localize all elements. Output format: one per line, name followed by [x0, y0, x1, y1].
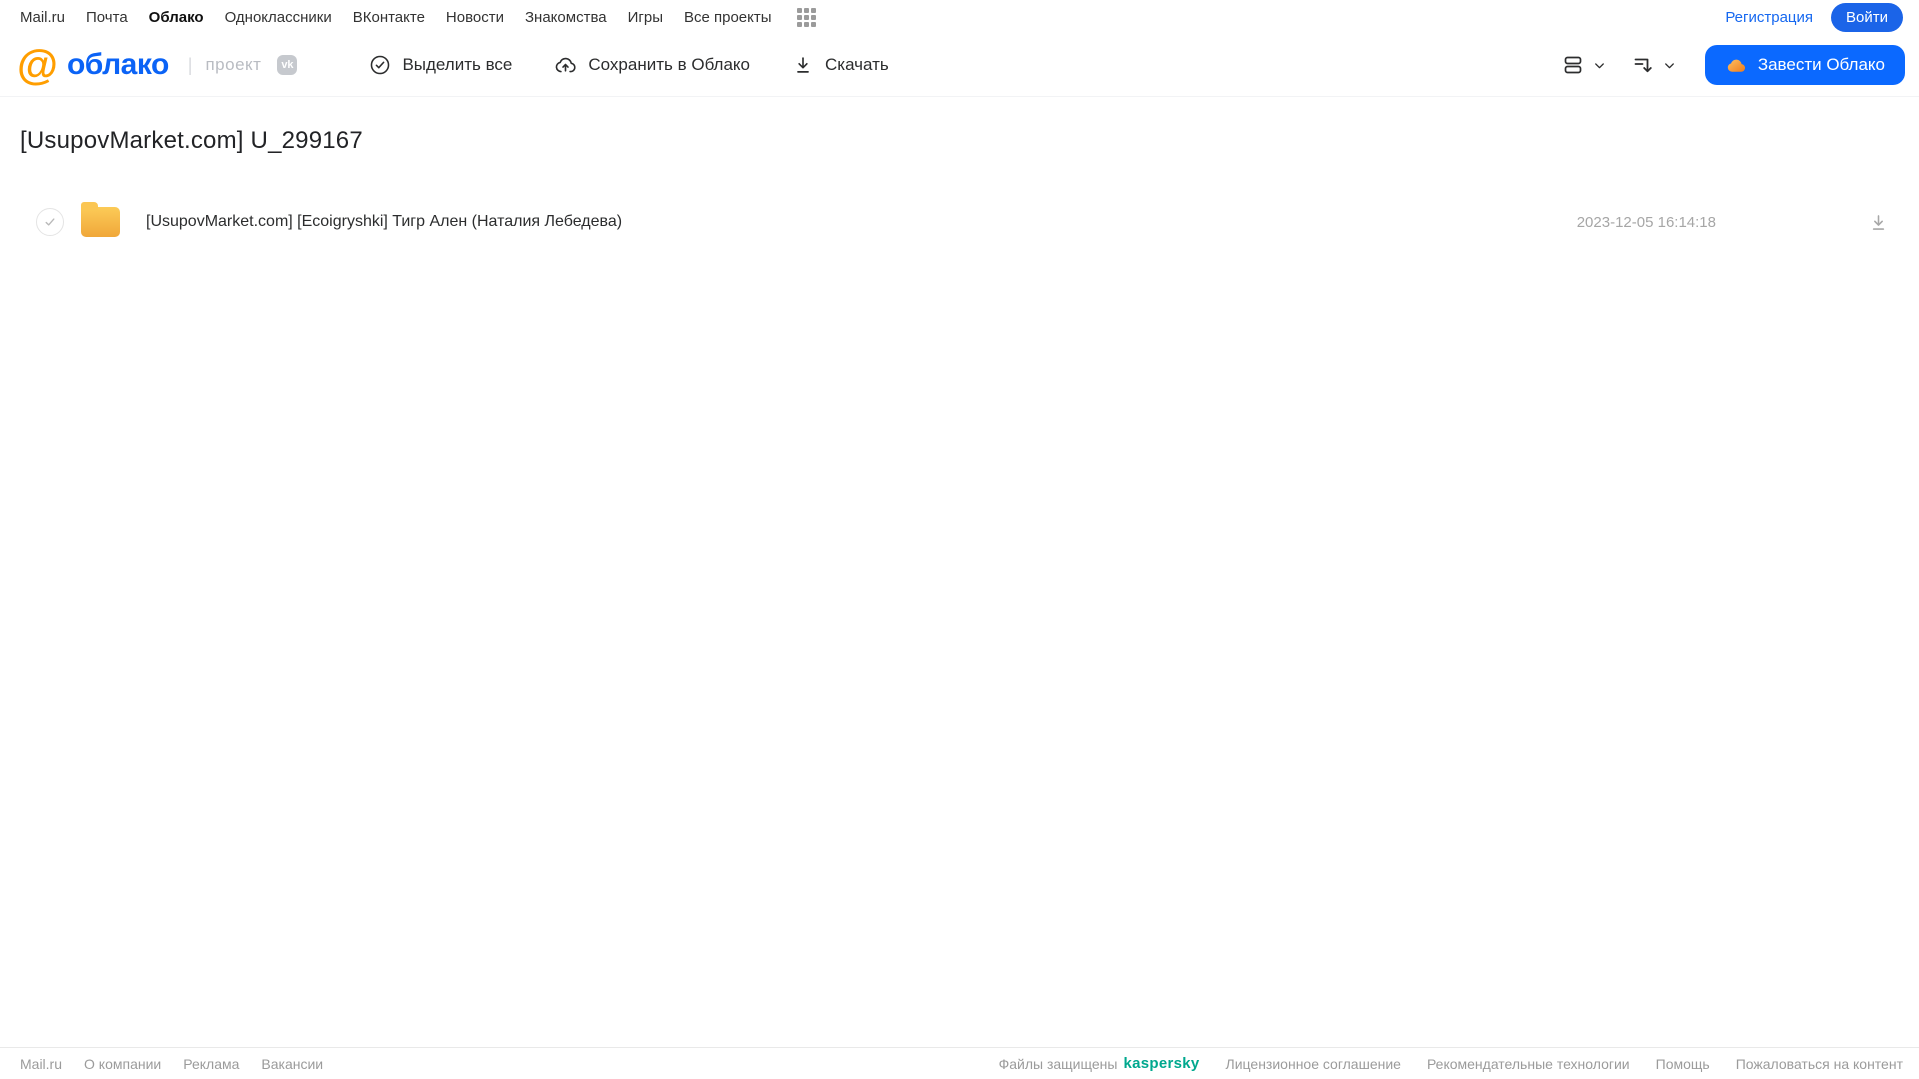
download-label: Скачать [825, 55, 889, 74]
nav-link-dating[interactable]: Знакомства [525, 9, 607, 26]
nav-link-mail[interactable]: Почта [86, 9, 128, 26]
vk-badge-icon: vk [277, 55, 298, 75]
view-mode-dropdown[interactable] [1561, 53, 1607, 77]
kaspersky-protection: Файлы защищены kaspersky [999, 1055, 1200, 1072]
list-view-icon [1561, 53, 1585, 77]
nav-link-cloud[interactable]: Облако [149, 9, 204, 26]
toolbar-actions: Выделить все Сохранить в Облако Скачать [369, 54, 889, 77]
cloud-icon [1725, 54, 1748, 77]
download-button[interactable]: Скачать [792, 54, 889, 76]
create-cloud-label: Завести Облако [1757, 55, 1885, 74]
portal-links: Mail.ru Почта Облако Одноклассники ВКонт… [20, 7, 816, 27]
chevron-down-icon [1592, 58, 1607, 73]
file-date: 2023-12-05 16:14:18 [1576, 213, 1716, 231]
sort-icon [1631, 53, 1655, 77]
footer-left-links: Mail.ru О компании Реклама Вакансии [20, 1056, 323, 1072]
registration-link[interactable]: Регистрация [1725, 9, 1813, 26]
page-title: [UsupovMarket.com] U_299167 [20, 127, 363, 154]
projects-grid-icon[interactable] [796, 7, 816, 27]
protected-label: Файлы защищены [998, 1055, 1118, 1072]
create-cloud-button[interactable]: Завести Облако [1704, 45, 1905, 85]
nav-link-games[interactable]: Игры [628, 9, 663, 26]
toolbar-right-controls: Завести Облако [1561, 45, 1905, 85]
logo-divider: | [187, 54, 193, 75]
footer-link-about[interactable]: О компании [84, 1056, 161, 1072]
save-to-cloud-button[interactable]: Сохранить в Облако [554, 54, 750, 77]
footer-link-recommendations[interactable]: Рекомендательные технологии [1427, 1056, 1630, 1072]
nav-link-all-projects[interactable]: Все проекты [684, 9, 772, 26]
footer-link-license[interactable]: Лицензионное соглашение [1226, 1056, 1401, 1072]
row-checkbox[interactable] [36, 208, 64, 236]
kaspersky-logo[interactable]: kaspersky [1123, 1055, 1199, 1072]
row-download-icon[interactable] [1868, 212, 1889, 233]
portal-navbar: Mail.ru Почта Облако Одноклассники ВКонт… [0, 0, 1919, 34]
file-name-link[interactable]: [UsupovMarket.com] [Ecoigryshki] Тигр Ал… [146, 213, 622, 231]
footer: Mail.ru О компании Реклама Вакансии Файл… [0, 1047, 1919, 1079]
cloud-upload-icon [554, 54, 577, 77]
cloud-logo-text: облако [66, 48, 169, 81]
cloud-logo[interactable]: @ облако | проект vk [17, 41, 298, 88]
file-list-row[interactable]: [UsupovMarket.com] [Ecoigryshki] Тигр Ал… [0, 197, 1919, 247]
nav-link-mailru[interactable]: Mail.ru [20, 9, 65, 26]
nav-link-news[interactable]: Новости [446, 9, 504, 26]
footer-link-vacancies[interactable]: Вакансии [261, 1056, 323, 1072]
check-icon [43, 215, 57, 229]
portal-auth: Регистрация Войти [1725, 2, 1903, 32]
nav-link-vkontakte[interactable]: ВКонтакте [353, 9, 425, 26]
cloud-toolbar: @ облако | проект vk Выделить все Сохран… [0, 34, 1919, 97]
sort-dropdown[interactable] [1631, 53, 1677, 77]
project-label: проект [205, 55, 262, 74]
nav-link-odnoklassniki[interactable]: Одноклассники [225, 9, 332, 26]
select-all-button[interactable]: Выделить все [369, 54, 512, 76]
footer-link-ads[interactable]: Реклама [183, 1056, 239, 1072]
chevron-down-icon [1662, 58, 1677, 73]
footer-link-mailru[interactable]: Mail.ru [20, 1056, 62, 1072]
circle-check-icon [369, 54, 391, 76]
footer-link-report[interactable]: Пожаловаться на контент [1736, 1056, 1903, 1072]
folder-icon [81, 202, 120, 237]
mailru-at-icon: @ [17, 41, 58, 88]
footer-link-help[interactable]: Помощь [1656, 1056, 1710, 1072]
footer-right-links: Файлы защищены kaspersky Лицензионное со… [999, 1055, 1903, 1072]
download-icon [792, 54, 814, 76]
login-button[interactable]: Войти [1831, 2, 1903, 32]
select-all-label: Выделить все [402, 55, 513, 74]
save-to-cloud-label: Сохранить в Облако [588, 55, 750, 74]
